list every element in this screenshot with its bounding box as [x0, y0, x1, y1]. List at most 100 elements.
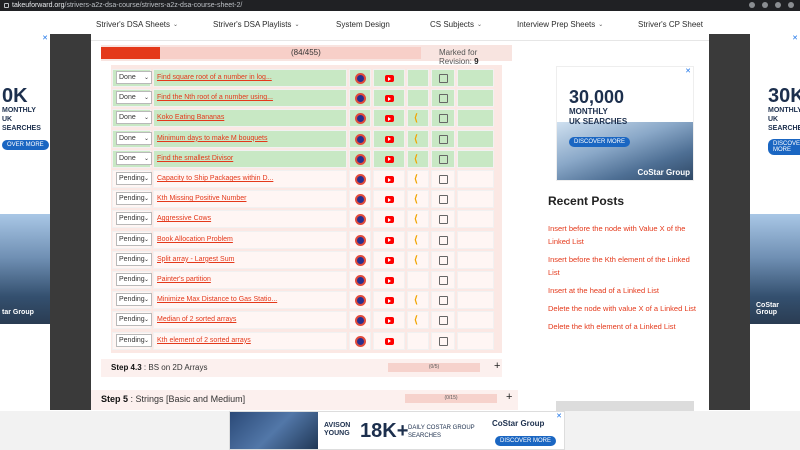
- notes-icon[interactable]: [439, 94, 448, 104]
- ad-close-icon[interactable]: ✕: [40, 34, 50, 42]
- youtube-icon[interactable]: [385, 155, 396, 167]
- notes-icon[interactable]: [439, 175, 448, 184]
- youtube-icon[interactable]: [385, 176, 396, 187]
- youtube-icon[interactable]: [385, 256, 396, 268]
- coding-ninjas-icon[interactable]: [355, 73, 366, 84]
- status-dropdown[interactable]: Pending ⌄: [116, 313, 152, 327]
- leetcode-icon[interactable]: ⟨: [414, 174, 425, 185]
- ad-close-icon[interactable]: ✕: [554, 412, 564, 420]
- profile-icon[interactable]: [788, 2, 794, 8]
- youtube-icon[interactable]: [385, 317, 396, 328]
- youtube-icon[interactable]: [385, 115, 396, 126]
- coding-ninjas-icon[interactable]: [355, 214, 366, 226]
- notes-icon[interactable]: [439, 276, 448, 285]
- step-5-row[interactable]: Step 5 : Strings [Basic and Medium] (0/1…: [91, 390, 518, 410]
- problem-link[interactable]: Minimize Max Distance to Gas Statio...: [157, 296, 277, 303]
- recent-post-link[interactable]: Insert before the Kth element of the Lin…: [548, 253, 698, 279]
- status-dropdown[interactable]: Pending ⌄: [116, 212, 152, 226]
- ad-close-icon[interactable]: ✕: [683, 67, 693, 75]
- youtube-icon[interactable]: [385, 297, 396, 308]
- nav-cp-sheet[interactable]: Striver's CP Sheet: [638, 20, 703, 29]
- youtube-icon[interactable]: [385, 236, 396, 248]
- problem-link[interactable]: Split array - Largest Sum: [157, 256, 234, 263]
- problem-link[interactable]: Aggressive Cows: [157, 215, 211, 222]
- ad-close-icon[interactable]: ✕: [790, 34, 800, 42]
- browser-address-bar[interactable]: takeuforward.org /strivers-a2z-dsa-cours…: [0, 0, 800, 11]
- problem-link[interactable]: Median of 2 sorted arrays: [157, 316, 236, 323]
- coding-ninjas-icon[interactable]: [355, 335, 366, 347]
- status-dropdown[interactable]: Pending ⌄: [116, 293, 152, 307]
- leetcode-icon[interactable]: ⟨: [414, 214, 425, 225]
- status-dropdown[interactable]: Done ⌄: [116, 151, 152, 165]
- notes-icon[interactable]: [439, 255, 448, 265]
- youtube-icon[interactable]: [385, 196, 396, 207]
- leetcode-icon[interactable]: ⟨: [414, 235, 425, 246]
- coding-ninjas-icon[interactable]: [355, 194, 366, 206]
- notes-icon[interactable]: [439, 235, 448, 245]
- problem-link[interactable]: Koko Eating Bananas: [157, 114, 224, 121]
- status-dropdown[interactable]: Done ⌄: [116, 111, 152, 125]
- recent-post-link[interactable]: Delete the kth element of a Linked List: [548, 320, 698, 333]
- status-dropdown[interactable]: Pending ⌄: [116, 232, 152, 246]
- status-dropdown[interactable]: Pending ⌄: [116, 172, 152, 185]
- youtube-icon[interactable]: [385, 216, 396, 227]
- status-dropdown[interactable]: Pending ⌄: [116, 192, 152, 206]
- notes-icon[interactable]: [439, 316, 448, 326]
- notes-icon[interactable]: [439, 195, 448, 205]
- problem-link[interactable]: Kth Missing Positive Number: [157, 195, 246, 202]
- problem-link[interactable]: Find the Nth root of a number using...: [157, 94, 273, 101]
- status-dropdown[interactable]: Pending ⌄: [116, 252, 152, 266]
- share-icon[interactable]: [749, 2, 755, 8]
- coding-ninjas-icon[interactable]: [355, 174, 366, 185]
- coding-ninjas-icon[interactable]: [355, 93, 366, 105]
- leetcode-icon[interactable]: ⟨: [414, 194, 425, 205]
- coding-ninjas-icon[interactable]: [355, 275, 366, 286]
- right-ad-banner[interactable]: ✕ 30K MONTHLY UK SEARCHES DISCOVER MORE …: [750, 34, 800, 324]
- leetcode-icon[interactable]: ⟨: [414, 315, 425, 326]
- right-ad-cta[interactable]: DISCOVER MORE: [768, 139, 800, 155]
- notes-icon[interactable]: [439, 154, 448, 164]
- problem-link[interactable]: Book Allocation Problem: [157, 236, 233, 243]
- status-dropdown[interactable]: Done ⌄: [116, 71, 152, 84]
- notes-icon[interactable]: [439, 114, 448, 124]
- coding-ninjas-icon[interactable]: [355, 153, 366, 165]
- problem-link[interactable]: Find square root of a number in log...: [157, 74, 272, 81]
- notes-icon[interactable]: [439, 336, 448, 346]
- bottom-ad-banner[interactable]: AVISON YOUNG 18K+ DAILY COSTAR GROUP SEA…: [229, 411, 565, 450]
- problem-link[interactable]: Kth element of 2 sorted arrays: [157, 337, 251, 344]
- coding-ninjas-icon[interactable]: [355, 234, 366, 246]
- nav-dsa-sheets[interactable]: Striver's DSA Sheets ⌄: [96, 20, 178, 29]
- nav-system-design[interactable]: System Design: [336, 20, 390, 29]
- problem-link[interactable]: Find the smallest Divisor: [157, 155, 233, 162]
- leetcode-icon[interactable]: ⟨: [414, 154, 425, 165]
- nav-dsa-playlists[interactable]: Striver's DSA Playlists ⌄: [213, 20, 299, 29]
- status-dropdown[interactable]: Pending ⌄: [116, 273, 152, 286]
- sidebar-ad-cta[interactable]: DISCOVER MORE: [569, 137, 631, 147]
- notes-icon[interactable]: [439, 74, 448, 83]
- leetcode-icon[interactable]: ⟨: [414, 295, 425, 306]
- nav-interview-prep[interactable]: Interview Prep Sheets ⌄: [517, 20, 603, 29]
- status-dropdown[interactable]: Done ⌄: [116, 91, 152, 105]
- left-ad-banner[interactable]: ✕ 0K MONTHLY UK SEARCHES OVER MORE tar G…: [0, 34, 50, 324]
- leetcode-icon[interactable]: ⟨: [414, 255, 425, 266]
- problem-link[interactable]: Minimum days to make M bouquets: [157, 135, 268, 142]
- left-ad-cta[interactable]: OVER MORE: [2, 140, 49, 150]
- coding-ninjas-icon[interactable]: [355, 295, 366, 307]
- coding-ninjas-icon[interactable]: [355, 254, 366, 266]
- expand-plus-icon[interactable]: +: [506, 391, 512, 403]
- sidebar-ad[interactable]: ✕ CoStar Group 30,000 MONTHLY UK SEARCHE…: [556, 66, 694, 181]
- recent-post-link[interactable]: Insert before the node with Value X of t…: [548, 222, 698, 248]
- youtube-icon[interactable]: [385, 95, 396, 106]
- extension-icon[interactable]: [775, 2, 781, 8]
- recent-post-link[interactable]: Delete the node with value X of a Linked…: [548, 302, 698, 315]
- notes-icon[interactable]: [439, 134, 448, 144]
- status-dropdown[interactable]: Pending ⌄: [116, 333, 152, 347]
- bottom-ad-cta[interactable]: DISCOVER MORE: [495, 436, 557, 446]
- problem-link[interactable]: Painter's partition: [157, 276, 211, 283]
- step-4-3-row[interactable]: Step 4.3 : BS on 2D Arrays (0/5) +: [101, 359, 502, 377]
- nav-cs-subjects[interactable]: CS Subjects ⌄: [430, 20, 482, 29]
- coding-ninjas-icon[interactable]: [355, 315, 366, 327]
- leetcode-icon[interactable]: ⟨: [414, 134, 425, 145]
- recent-post-link[interactable]: Insert at the head of a Linked List: [548, 284, 698, 297]
- youtube-icon[interactable]: [385, 277, 396, 288]
